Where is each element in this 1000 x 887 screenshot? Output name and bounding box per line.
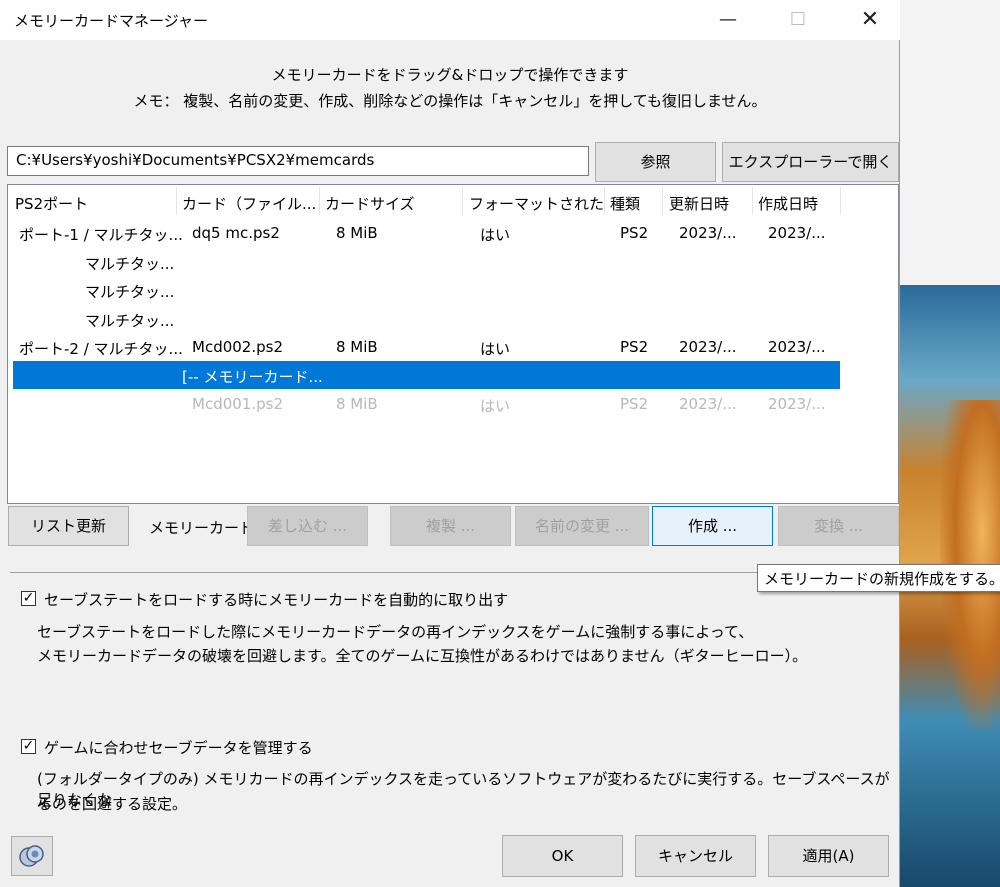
ok-button[interactable]: OK — [502, 835, 623, 877]
table-row-size: 8 MiB — [336, 395, 378, 413]
table-row-card-selected[interactable]: [-- メモリーカード... — [182, 366, 323, 387]
table-row-type: PS2 — [620, 395, 649, 413]
desktop-background — [900, 0, 1000, 887]
table-row-port[interactable]: ポート-2 / マルチタッ... — [19, 338, 183, 359]
table-row-port[interactable]: マルチタッ... — [85, 310, 174, 331]
table-row-type: PS2 — [620, 338, 649, 356]
table-row-size: 8 MiB — [336, 338, 378, 356]
camera-lens-icon — [19, 845, 44, 867]
cancel-button[interactable]: キャンセル — [635, 835, 756, 877]
create-button[interactable]: 作成 ... — [652, 506, 773, 546]
table-row-formatted: はい — [480, 226, 511, 244]
duplicate-button[interactable]: 複製 ... — [390, 506, 511, 546]
table-row-type: PS2 — [620, 224, 649, 242]
table-row-formatted: はい — [480, 397, 511, 415]
table-row-card[interactable]: dq5 mc.ps2 — [192, 224, 280, 242]
create-tooltip: メモリーカードの新規作成をする。 — [757, 564, 1000, 592]
screenshot-tool-button[interactable] — [11, 836, 53, 876]
insert-button[interactable]: 差し込む ... — [247, 506, 368, 546]
autoeject-checkbox[interactable]: ✓ — [21, 591, 36, 606]
table-row-created: 2023/... — [768, 395, 826, 413]
column-header-size[interactable]: カードサイズ — [325, 193, 415, 214]
refresh-list-button[interactable]: リスト更新 — [8, 506, 129, 546]
manage-savedata-checkbox[interactable]: ✓ — [21, 739, 36, 754]
table-row-modified: 2023/... — [679, 395, 737, 413]
title-bar: メモリーカードマネージャー — ☐ ✕ — [0, 0, 900, 40]
table-row-modified: 2023/... — [679, 338, 737, 356]
selected-row-highlight — [13, 361, 840, 389]
browse-button[interactable]: 参照 — [595, 142, 716, 182]
memcards-path-field[interactable]: C:¥Users¥yoshi¥Documents¥PCSX2¥memcards — [7, 146, 589, 176]
table-row-port[interactable]: マルチタッ... — [85, 281, 174, 302]
hint-memo: メモ： 複製、名前の変更、作成、削除などの操作は「キャンセル」を押しても復旧しま… — [133, 92, 767, 110]
column-header-card[interactable]: カード（ファイル... — [182, 193, 316, 214]
autoeject-description-2: メモリーカードデータの破壊を回避します。全てのゲームに互換性があるわけではありま… — [37, 647, 808, 665]
table-row-card[interactable]: Mcd002.ps2 — [192, 338, 283, 356]
memory-card-list[interactable]: PS2ポート カード（ファイル... カードサイズ フォーマットされた 種類 更… — [7, 184, 899, 504]
table-row-port[interactable]: マルチタッ... — [85, 253, 174, 274]
close-button[interactable]: ✕ — [842, 0, 898, 40]
manage-savedata-description-2: るのを回避する設定。 — [37, 795, 188, 813]
autoeject-label[interactable]: セーブステートをロードする時にメモリーカードを自動的に取り出す — [44, 589, 508, 610]
table-row-port[interactable]: ポート-1 / マルチタッ... — [19, 224, 183, 245]
table-row-card[interactable]: Mcd001.ps2 — [192, 395, 283, 413]
window-title: メモリーカードマネージャー — [14, 12, 208, 30]
maximize-button[interactable]: ☐ — [770, 0, 826, 40]
column-header-formatted[interactable]: フォーマットされた — [469, 193, 604, 214]
rename-button[interactable]: 名前の変更 ... — [515, 506, 649, 546]
memory-card-label: メモリーカード: — [149, 519, 260, 537]
table-row-created: 2023/... — [768, 224, 826, 242]
table-row-formatted: はい — [480, 340, 511, 358]
column-header-created[interactable]: 作成日時 — [758, 193, 818, 214]
column-header-port[interactable]: PS2ポート — [15, 193, 88, 214]
column-header-modified[interactable]: 更新日時 — [669, 193, 729, 214]
table-row-size: 8 MiB — [336, 224, 378, 242]
column-header-type[interactable]: 種類 — [610, 193, 640, 214]
hint-drag-drop: メモリーカードをドラッグ&ドロップで操作できます — [271, 66, 629, 84]
manage-savedata-label[interactable]: ゲームに合わせセーブデータを管理する — [44, 737, 313, 758]
table-row-created: 2023/... — [768, 338, 826, 356]
memory-card-manager-window: メモリーカードマネージャー — ☐ ✕ メモリーカードをドラッグ&ドロップで操作… — [0, 0, 900, 887]
autoeject-description-1: セーブステートをロードした際にメモリーカードデータの再インデックスをゲームに強制… — [37, 623, 754, 641]
minimize-button[interactable]: — — [700, 0, 756, 40]
apply-button[interactable]: 適用(A) — [768, 835, 889, 877]
open-explorer-button[interactable]: エクスプローラーで開く — [722, 142, 899, 182]
convert-button[interactable]: 変換 ... — [778, 506, 899, 546]
table-row-modified: 2023/... — [679, 224, 737, 242]
